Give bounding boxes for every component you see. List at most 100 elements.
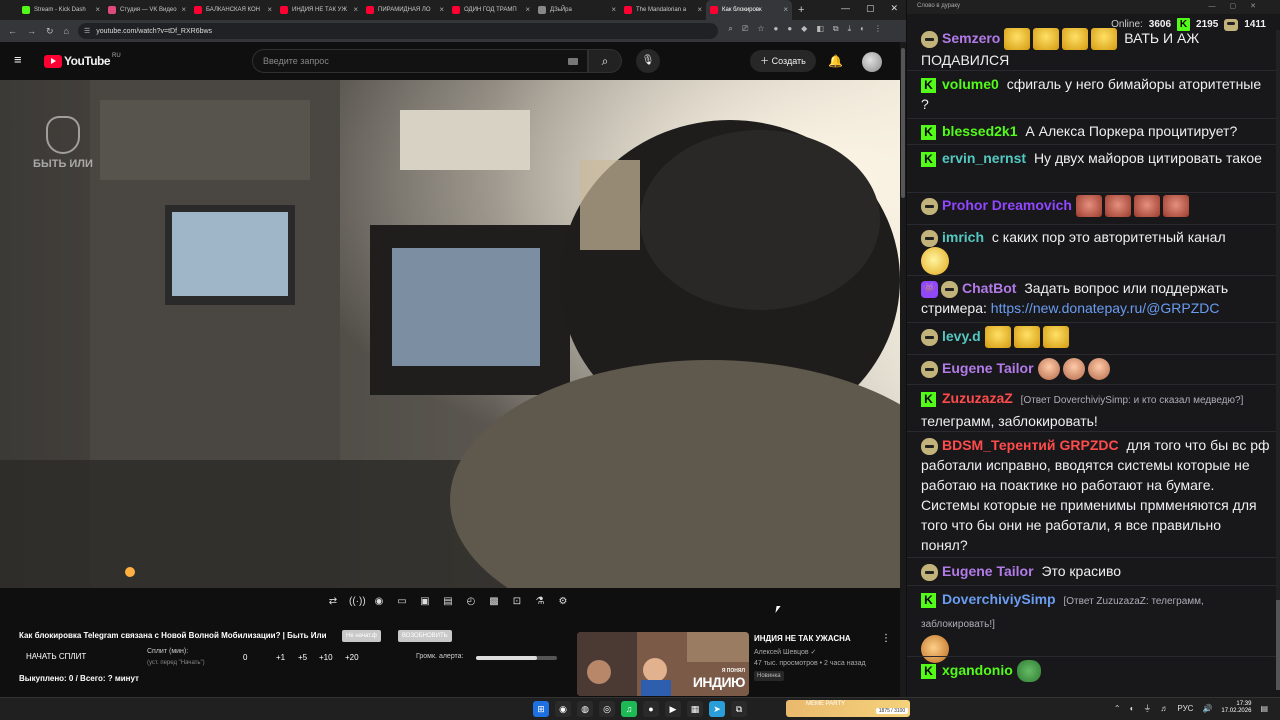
recommended-channel-name[interactable]: Алексей Шевцов ✓ — [754, 648, 816, 656]
search-input[interactable]: Введите запрос — [252, 49, 588, 73]
split-add-1-button[interactable]: +1 — [276, 653, 285, 662]
browser-tab[interactable]: ОДИН ГОД ТРАМП × — [448, 0, 534, 20]
app-icon[interactable]: ▦ — [687, 701, 703, 717]
language-indicator[interactable]: РУС — [1177, 704, 1193, 713]
player-tool-icon[interactable]: ▭ — [395, 596, 409, 607]
extension-icon[interactable]: ◆ — [801, 24, 807, 34]
chat-scrollbar[interactable] — [1276, 30, 1280, 690]
chat-username[interactable]: DoverchiviySimp — [942, 591, 1056, 607]
tab-close-icon[interactable]: × — [525, 5, 530, 14]
browser-tab[interactable]: Студия — VK Видео × — [104, 0, 190, 20]
puzzle-icon[interactable]: ⧉ — [833, 24, 839, 34]
more-options-icon[interactable]: ⋮ — [881, 633, 891, 644]
alert-volume-slider[interactable] — [476, 656, 557, 660]
chat-username[interactable]: ChatBot — [962, 280, 1016, 296]
discord-icon[interactable]: ◍ — [577, 701, 593, 717]
tab-close-icon[interactable]: × — [95, 5, 100, 14]
tab-close-icon[interactable]: × — [267, 5, 272, 14]
download-icon[interactable]: ⤓ — [848, 24, 852, 34]
youtube-logo[interactable]: YouTube RU — [44, 53, 121, 68]
start-icon[interactable]: ⊞ — [533, 701, 549, 717]
resume-button[interactable]: ВОЗОБНОВИТЬ — [398, 630, 452, 642]
chat-username[interactable]: imrich — [942, 229, 984, 245]
browser-tab[interactable]: Как блокировк × — [706, 0, 792, 20]
page-scrollbar[interactable] — [900, 42, 906, 697]
split-add-5-button[interactable]: +5 — [298, 653, 307, 662]
extension-icon[interactable]: ● — [773, 24, 778, 34]
telegram-icon[interactable]: ➤ — [709, 701, 725, 717]
home-icon[interactable]: ⌂ — [64, 26, 69, 36]
tab-close-icon[interactable]: × — [783, 5, 788, 14]
minimize-icon[interactable]: — — [841, 3, 850, 14]
tab-close-icon[interactable]: × — [611, 5, 616, 14]
browser-tab[interactable]: БАЛКАНСКАЯ КОН × — [190, 0, 276, 20]
zoom-icon[interactable]: ⌕ — [728, 24, 732, 34]
hamburger-menu-icon[interactable]: ≡ — [14, 53, 28, 66]
extension-icon[interactable]: ◧ — [816, 24, 824, 34]
start-split-button[interactable]: НАЧАТЬ СПЛИТ — [26, 652, 86, 661]
recommended-video-thumbnail[interactable]: Я ПОНЯЛ ИНДИЮ — [577, 632, 749, 696]
player-tool-icon[interactable]: ⊡ — [510, 596, 524, 607]
chat-username[interactable]: Prohor Dreamovich — [942, 197, 1072, 213]
search-button[interactable]: ⌕ — [588, 49, 622, 73]
chat-username[interactable]: volume0 — [942, 76, 999, 92]
player-tool-icon[interactable]: ⚙ — [556, 596, 570, 607]
forward-icon[interactable]: → — [27, 26, 36, 36]
browser-tab[interactable]: ДЗьЙра × — [534, 0, 620, 20]
split-add-10-button[interactable]: +10 — [319, 653, 333, 662]
bookmark-icon[interactable]: ☆ — [757, 24, 764, 34]
close-icon[interactable]: ✕ — [890, 3, 898, 14]
player-tool-icon[interactable]: ▣ — [418, 596, 432, 607]
url-input[interactable]: ☰ youtube.com/watch?v=tDf_RXR6bws — [78, 23, 718, 39]
steam-icon[interactable]: ◎ — [599, 701, 615, 717]
voice-search-button[interactable]: 🎙 — [636, 49, 660, 73]
maximize-icon[interactable]: ▢ — [866, 3, 875, 14]
chat-username[interactable]: BDSM_Терентий — [942, 437, 1056, 453]
browser-tab[interactable]: The Mandalorian a × — [620, 0, 706, 20]
chat-username[interactable]: Eugene Tailor — [942, 563, 1034, 579]
cast-icon[interactable]: ⎚ — [742, 24, 748, 34]
recommended-video-title[interactable]: ИНДИЯ НЕ ТАК УЖАСНА — [754, 634, 851, 643]
split-add-20-button[interactable]: +20 — [345, 653, 359, 662]
chat-username[interactable]: xgandonio — [942, 662, 1013, 678]
site-info-icon[interactable]: ☰ — [84, 27, 90, 35]
player-tool-icon[interactable]: ◉ — [372, 596, 386, 607]
tab-close-icon[interactable]: × — [439, 5, 444, 14]
app-icon[interactable]: ⧉ — [731, 701, 747, 717]
chat-username[interactable]: blessed2k1 — [942, 123, 1018, 139]
keyboard-icon[interactable] — [568, 58, 578, 65]
chrome-icon[interactable]: ◉ — [555, 701, 571, 717]
back-icon[interactable]: ← — [8, 26, 17, 36]
tab-close-icon[interactable]: × — [697, 5, 702, 14]
media-icon[interactable]: ▶ — [665, 701, 681, 717]
status-tag[interactable]: Не начат.ф — [342, 630, 381, 642]
player-tool-icon[interactable]: ((·)) — [349, 596, 366, 607]
player-tool-icon[interactable]: ▤ — [441, 596, 455, 607]
scrollbar-thumb[interactable] — [1276, 600, 1280, 690]
chat-username[interactable]: levy.d — [942, 328, 981, 344]
usb-icon[interactable]: ⏚ — [1143, 703, 1151, 714]
chat-username[interactable]: Eugene Tailor — [942, 360, 1034, 376]
browser-tab[interactable]: ИНДИЯ НЕ ТАК УЖ × — [276, 0, 362, 20]
headset-icon[interactable]: ♬ — [1160, 704, 1168, 713]
chat-window-controls[interactable]: —▢✕ — [1209, 2, 1270, 10]
donate-link[interactable]: https://new.donatepay.ru/@GRPZDC — [991, 300, 1220, 316]
player-tool-icon[interactable]: ⚗ — [533, 596, 547, 607]
extension-icon[interactable]: ● — [787, 24, 792, 34]
obs-icon[interactable]: ● — [643, 701, 659, 717]
notifications-icon[interactable]: ▤ — [1260, 704, 1268, 713]
app-tray-icon[interactable]: ◐ — [1130, 704, 1135, 713]
video-player[interactable]: БЫТЬ ИЛИ — [0, 80, 900, 588]
browser-tab[interactable]: ПИРАМИДНАЯ ЛО × — [362, 0, 448, 20]
notifications-bell-icon[interactable]: 🔔 — [828, 54, 843, 68]
clock[interactable]: 17:39 17.02.2026 — [1221, 701, 1251, 715]
browser-tab[interactable]: Stream - Kick Dash × — [18, 0, 104, 20]
reload-icon[interactable]: ↻ — [46, 26, 54, 37]
create-button[interactable]: ＋ Создать — [750, 50, 816, 72]
spotify-icon[interactable]: ♫ — [621, 701, 637, 717]
chat-username[interactable]: Semzero — [942, 30, 1000, 46]
player-tool-icon[interactable]: ⇄ — [326, 596, 340, 607]
profile-icon[interactable]: ◐ — [860, 24, 865, 34]
chat-username[interactable]: ervin_nernst — [942, 150, 1026, 166]
menu-icon[interactable]: ⋮ — [874, 24, 882, 34]
